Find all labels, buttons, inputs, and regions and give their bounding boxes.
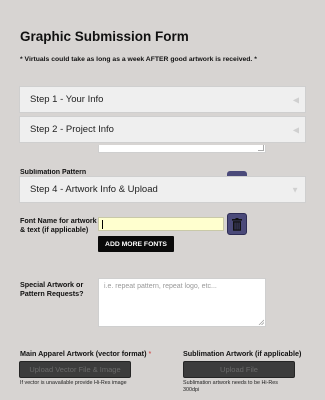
step-2-label: Step 2 - Project Info bbox=[30, 124, 114, 135]
upload-file-button[interactable]: Upload File bbox=[183, 361, 295, 378]
upload-vector-button[interactable]: Upload Vector File & Image bbox=[19, 361, 131, 378]
delete-font-button[interactable] bbox=[227, 213, 247, 235]
main-artwork-label: Main Apparel Artwork (vector format) * bbox=[20, 349, 151, 358]
sublimation-artwork-help: Sublimation artwork needs to be Hi-Res 3… bbox=[183, 380, 278, 393]
partial-textarea[interactable] bbox=[98, 145, 266, 153]
form-subtitle: * Virtuals could take as long as a week … bbox=[20, 56, 257, 63]
step-2-tab[interactable]: Step 2 - Project Info ◀ bbox=[19, 116, 306, 143]
main-artwork-label-text: Main Apparel Artwork (vector format) bbox=[20, 349, 147, 358]
step-1-label: Step 1 - Your Info bbox=[30, 94, 104, 105]
required-mark: * bbox=[148, 349, 152, 358]
step-1-tab[interactable]: Step 1 - Your Info ◀ bbox=[19, 86, 306, 113]
step-4-tab[interactable]: Step 4 - Artwork Info & Upload ▼ bbox=[19, 176, 306, 203]
add-more-fonts-button[interactable]: ADD MORE FONTS bbox=[98, 236, 174, 252]
chevron-down-icon: ▼ bbox=[291, 185, 299, 194]
sublimation-artwork-label: Sublimation Artwork (if applicable) bbox=[183, 349, 302, 358]
trash-icon bbox=[232, 217, 242, 231]
chevron-left-icon: ◀ bbox=[292, 95, 299, 104]
special-requests-label: Special Artwork or Pattern Requests? bbox=[20, 280, 84, 298]
resize-grip-icon bbox=[258, 145, 264, 151]
partial-field-label: Sublimation Pattern bbox=[20, 169, 87, 175]
form-title: Graphic Submission Form bbox=[20, 29, 189, 44]
font-name-label: Font Name for artwork & text (if applica… bbox=[20, 216, 97, 234]
text-cursor bbox=[102, 220, 103, 229]
chevron-left-icon: ◀ bbox=[292, 125, 299, 134]
main-artwork-help: If vector is unavailable provide Hi-Res … bbox=[20, 380, 127, 386]
special-requests-placeholder: i.e. repeat pattern, repeat logo, etc... bbox=[104, 283, 217, 290]
step-4-label: Step 4 - Artwork Info & Upload bbox=[30, 184, 158, 195]
resize-grip-icon bbox=[258, 319, 264, 325]
font-name-input[interactable] bbox=[98, 217, 224, 231]
special-requests-textarea[interactable]: i.e. repeat pattern, repeat logo, etc... bbox=[98, 278, 266, 327]
